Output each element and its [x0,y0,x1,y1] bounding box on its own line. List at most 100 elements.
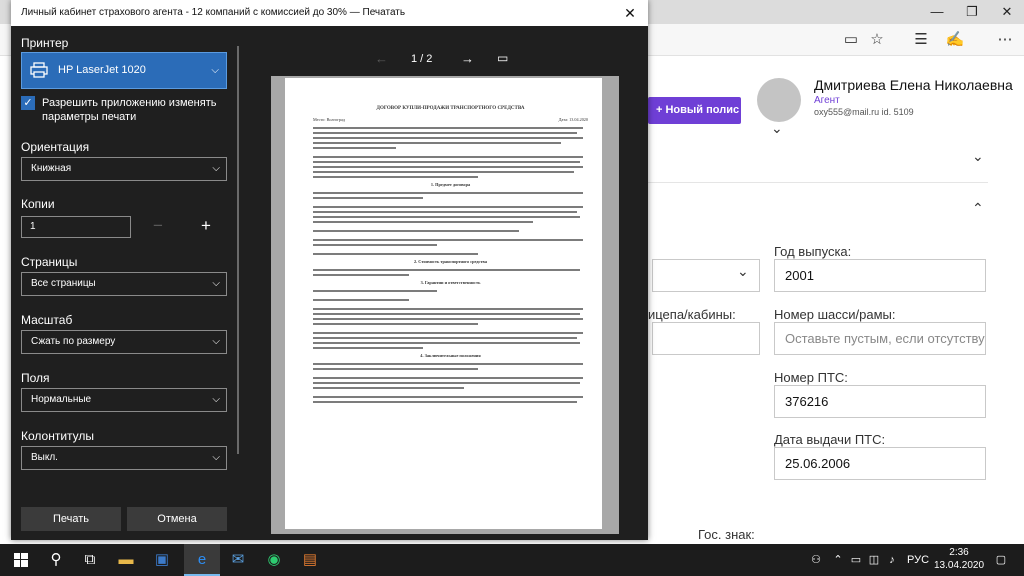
doc-section-heading: 1. Предмет договора [430,182,471,187]
doc-text-line [313,171,575,173]
doc-text-line [313,337,577,339]
pts-number-field[interactable]: 376216 [774,385,986,418]
doc-text-line [313,342,580,344]
network-icon[interactable]: ◫ [866,544,882,576]
edge-icon[interactable]: e [184,544,220,576]
task-view-icon[interactable]: ⧉ [76,544,104,576]
doc-text-line [313,239,583,241]
margins-select[interactable]: Нормальные ⌵ [21,388,227,412]
chevron-down-icon: ⌵ [212,336,220,347]
clock-time: 2:36 [949,547,969,558]
chevron-down-icon[interactable]: ⌄ [737,263,749,280]
volume-icon[interactable]: ♪ [884,544,900,576]
restore-button[interactable]: ❐ [955,0,989,24]
language-indicator[interactable]: РУС [904,544,932,576]
clock[interactable]: 2:36 13.04.2020 [934,546,984,572]
file-explorer-icon[interactable]: ▬ [112,544,140,576]
dialog-close-button[interactable]: ✕ [620,0,640,26]
printer-icon [30,62,48,78]
battery-icon[interactable]: ▭ [848,544,864,576]
person-icon[interactable]: ⚇ [808,544,824,576]
cabin-number-field[interactable] [652,322,760,355]
pages-select[interactable]: Все страницы ⌵ [21,272,227,296]
chassis-number-field[interactable]: Оставьте пустым, если отсутствует [774,322,986,355]
print-button[interactable]: Печать [21,507,121,531]
clock-date: 13.04.2020 [934,560,985,571]
doc-text-line [313,318,583,320]
gos-znak-label: Гос. знак: [698,527,755,542]
doc-text-line [313,308,583,310]
pages-label: Страницы [21,255,78,269]
mail-icon[interactable]: ✉ [224,544,252,576]
doc-text-line [313,368,478,370]
tray-arrow-icon[interactable]: ⌃ [830,544,846,576]
doc-section-heading: 4. Заключительные положения [420,353,481,358]
whatsapp-icon[interactable]: ◉ [260,544,288,576]
chevron-up-icon[interactable]: ⌃ [972,200,984,217]
year-field[interactable]: 2001 [774,259,986,292]
next-page-icon[interactable]: → [461,51,474,66]
search-icon[interactable]: ⚲ [42,544,70,576]
copies-label: Копии [21,197,55,211]
pages-value: Все страницы [31,278,96,289]
settings-scrollbar[interactable] [237,46,239,454]
fit-page-icon[interactable]: ▭ [497,51,508,65]
prev-page-icon[interactable]: ← [375,51,388,66]
doc-text-line [313,132,577,134]
notifications-icon[interactable]: ▢ [990,544,1012,576]
headers-footers-select[interactable]: Выкл. ⌵ [21,446,227,470]
chevron-down-icon: ⌵ [212,278,220,289]
doc-text-line [313,396,583,398]
doc-text-line [313,269,580,271]
doc-text-line [313,206,583,208]
pts-date-field[interactable]: 25.06.2006 [774,447,986,480]
copies-decrement-button[interactable]: − [147,214,169,238]
doc-text-line [313,401,577,403]
copies-input[interactable]: 1 [21,216,131,238]
hub-icon[interactable]: ☰ [910,30,932,50]
doc-text-line [313,166,583,168]
chevron-down-icon: ⌵ [212,452,220,463]
doc-section-heading: 2. Стоимость транспортного средства [413,259,488,264]
doc-text-line [313,274,410,276]
cabin-label: ицепа/кабины: [648,307,736,322]
scale-label: Масштаб [21,313,73,327]
allow-app-settings-checkbox[interactable]: ✓ [21,96,35,110]
windows-start-icon[interactable] [4,544,38,576]
dialog-title: Личный кабинет страхового агента - 12 ко… [11,0,648,26]
chevron-down-icon[interactable]: ⌄ [771,120,783,137]
doc-section-heading: 3. Гарантии и ответственность [420,280,481,285]
store-icon[interactable]: ▣ [148,544,176,576]
doc-text-line [313,161,580,163]
margins-value: Нормальные [31,394,92,405]
chevron-down-icon[interactable]: ⌄ [972,148,984,165]
notes-icon[interactable]: ✍ [944,30,966,50]
reading-view-icon[interactable]: ▭ [840,30,862,50]
doc-text-line [313,221,533,223]
doc-text-line [313,216,580,218]
doc-text-line [313,323,478,325]
doc-text-line [313,137,583,139]
minimize-button[interactable]: — [920,0,954,24]
doc-text-line [313,299,410,301]
doc-text-line [313,176,478,178]
doc-city: Место: Волгоград [313,117,345,122]
browser-close-button[interactable]: ✕ [990,0,1024,24]
favorite-icon[interactable]: ☆ [866,30,888,50]
document-app-icon[interactable]: ▤ [296,544,324,576]
orientation-select[interactable]: Книжная ⌵ [21,157,227,181]
cancel-button[interactable]: Отмена [127,507,227,531]
avatar[interactable] [757,78,801,122]
doc-title: ДОГОВОР КУПЛИ-ПРОДАЖИ ТРАНСПОРТНОГО СРЕД… [376,106,525,111]
more-icon[interactable]: ⋯ [994,30,1016,50]
pts-number-label: Номер ПТС: [774,370,848,385]
scale-select[interactable]: Сжать по размеру ⌵ [21,330,227,354]
new-policy-button[interactable]: + Новый полис [648,97,741,124]
orientation-value: Книжная [31,163,72,174]
doc-text-line [313,253,478,255]
doc-text-line [313,211,577,213]
copies-increment-button[interactable]: + [195,214,217,238]
printer-select[interactable]: HP LaserJet 1020 ⌵ [21,52,227,89]
allow-app-settings-label: Разрешить приложению изменять параметры … [42,97,217,123]
doc-text-line [313,363,583,365]
